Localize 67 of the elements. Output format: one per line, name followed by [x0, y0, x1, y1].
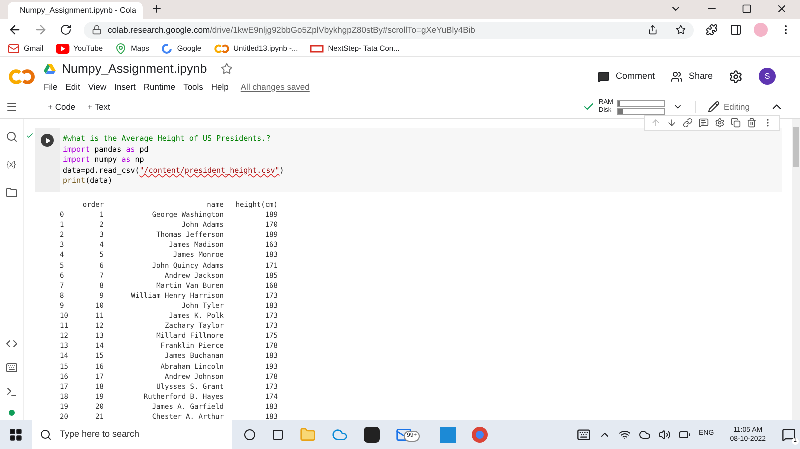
menu-item[interactable]: Edit — [66, 80, 80, 94]
scrollbar[interactable] — [792, 119, 800, 420]
settings-icon[interactable] — [729, 70, 743, 84]
run-button[interactable] — [41, 134, 54, 147]
forward-icon[interactable] — [34, 23, 48, 37]
menu-item[interactable]: Tools — [184, 80, 204, 94]
colab-logo-icon — [214, 42, 230, 54]
move-down-icon[interactable] — [667, 118, 677, 128]
comment-button[interactable]: Comment — [598, 70, 655, 84]
menu-item[interactable]: View — [88, 80, 107, 94]
variables-icon[interactable]: {x} — [6, 159, 16, 171]
touch-keyboard-icon[interactable] — [577, 428, 592, 442]
folder-icon[interactable] — [6, 187, 18, 199]
g-letter-icon — [161, 42, 174, 54]
pencil-icon — [708, 101, 720, 113]
people-icon — [670, 70, 683, 82]
share-button[interactable]: Share — [670, 70, 713, 84]
share-icon[interactable] — [648, 25, 658, 35]
map-pin-icon — [115, 42, 128, 54]
star-icon[interactable] — [221, 63, 234, 76]
save-status-link[interactable]: All changes saved — [240, 80, 310, 94]
executed-check-icon — [26, 132, 34, 140]
colab-logo-icon — [8, 66, 36, 86]
search-icon — [40, 428, 52, 440]
volume-icon[interactable] — [659, 428, 672, 440]
search-icon[interactable] — [6, 131, 18, 143]
network-icon[interactable] — [619, 428, 632, 440]
add-code-button[interactable]: + Code — [48, 100, 76, 114]
play-icon — [56, 44, 70, 54]
mail-icon — [8, 42, 20, 54]
user-avatar[interactable]: S — [759, 68, 776, 85]
drive-icon — [44, 64, 56, 74]
notifications-icon[interactable] — [782, 428, 796, 442]
windows-start-icon[interactable] — [9, 428, 23, 442]
taskbar-search-field[interactable]: Type here to search — [32, 420, 232, 449]
menu-item[interactable]: Help — [211, 80, 229, 94]
close-window-icon[interactable] — [776, 3, 788, 15]
back-icon[interactable] — [8, 23, 22, 37]
battery-icon[interactable] — [679, 428, 692, 440]
terminal-icon[interactable] — [6, 386, 18, 398]
side-panel-icon[interactable] — [730, 24, 742, 36]
address-bar[interactable]: colab.research.google.com/drive/1kwE9nljg92bbGo5ZplVbykhgpZ80stBy#scrollTo=gXeYuBly4Bib — [84, 22, 694, 38]
check-icon — [583, 101, 595, 113]
comment-icon — [598, 70, 610, 82]
keyboard-icon[interactable] — [6, 362, 18, 374]
browser-tab[interactable]: Numpy_Assignment.ipynb - Cola — [8, 2, 143, 19]
star-icon[interactable] — [676, 25, 686, 35]
menu-item[interactable]: Runtime — [144, 80, 176, 94]
menu-item[interactable]: Insert — [114, 80, 136, 94]
link-icon[interactable] — [683, 118, 693, 128]
notebook-title[interactable]: Numpy_Assignment.ipynb — [62, 60, 208, 78]
lock-icon — [92, 25, 102, 35]
reload-icon[interactable] — [60, 24, 72, 36]
menu-item[interactable]: File — [44, 80, 58, 94]
comment-icon[interactable] — [699, 118, 709, 128]
code-icon[interactable] — [6, 338, 18, 350]
extensions-icon[interactable] — [706, 24, 718, 36]
new-tab-icon[interactable] — [151, 3, 163, 15]
add-text-button[interactable]: + Text — [88, 100, 110, 114]
settings-icon[interactable] — [715, 118, 725, 128]
cloud-icon[interactable] — [639, 428, 652, 440]
menu-icon[interactable] — [6, 101, 18, 113]
delete-icon[interactable] — [747, 118, 757, 128]
editing-button[interactable]: Editing — [695, 100, 750, 114]
restore-icon[interactable] — [742, 4, 752, 14]
play-icon — [44, 138, 50, 144]
copy-icon[interactable] — [731, 118, 741, 128]
